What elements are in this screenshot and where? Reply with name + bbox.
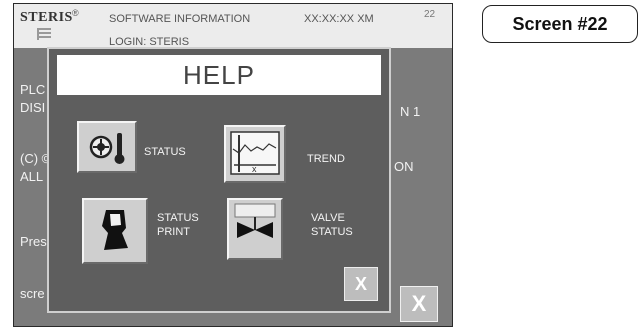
trend-label: TREND xyxy=(307,153,345,165)
svg-text:x: x xyxy=(252,164,257,174)
help-dialog: HELP STATUS x TREND STATUS PRINT VALVE S… xyxy=(47,47,391,313)
trend-graph-icon: x xyxy=(230,131,280,175)
brand-logo: STERIS xyxy=(20,10,73,25)
status-button[interactable] xyxy=(77,121,137,173)
status-label: STATUS xyxy=(144,146,186,158)
bg-text-all: ALL xyxy=(20,169,44,184)
dialog-title: HELP xyxy=(183,60,255,90)
dialog-title-bar: HELP xyxy=(57,55,381,95)
bg-text-right-2: ON xyxy=(394,159,414,174)
valve-status-label: VALVE STATUS xyxy=(311,212,353,238)
screen-close-button[interactable]: X xyxy=(400,286,438,322)
bg-text-plc: PLC xyxy=(20,82,46,97)
bg-text-press: Pres xyxy=(20,234,47,249)
device-screen: STERIS ® SOFTWARE INFORMATION LOGIN: STE… xyxy=(13,3,453,327)
status-print-icon xyxy=(102,210,128,250)
status-gauge-icon xyxy=(89,133,125,164)
dialog-close-button[interactable]: X xyxy=(344,267,378,301)
status-print-label: STATUS PRINT xyxy=(157,212,199,238)
brand-registered-mark: ® xyxy=(72,8,79,18)
screen-number: 22 xyxy=(424,9,436,20)
bg-text-disi: DISI xyxy=(20,100,46,115)
top-bar: STERIS ® SOFTWARE INFORMATION LOGIN: STE… xyxy=(14,4,452,48)
valve-status-button[interactable] xyxy=(227,198,283,260)
status-print-button[interactable] xyxy=(82,198,148,264)
valve-status-icon xyxy=(234,203,276,238)
screen-number-label: Screen #22 xyxy=(482,5,638,43)
software-info-title: SOFTWARE INFORMATION xyxy=(109,13,251,25)
bg-text-screen: scre xyxy=(20,286,45,301)
bg-text-right-1: N 1 xyxy=(400,104,421,119)
clock: XX:XX:XX XM xyxy=(304,13,374,25)
trend-button[interactable]: x xyxy=(224,125,286,183)
steris-flag-icon xyxy=(37,28,51,40)
